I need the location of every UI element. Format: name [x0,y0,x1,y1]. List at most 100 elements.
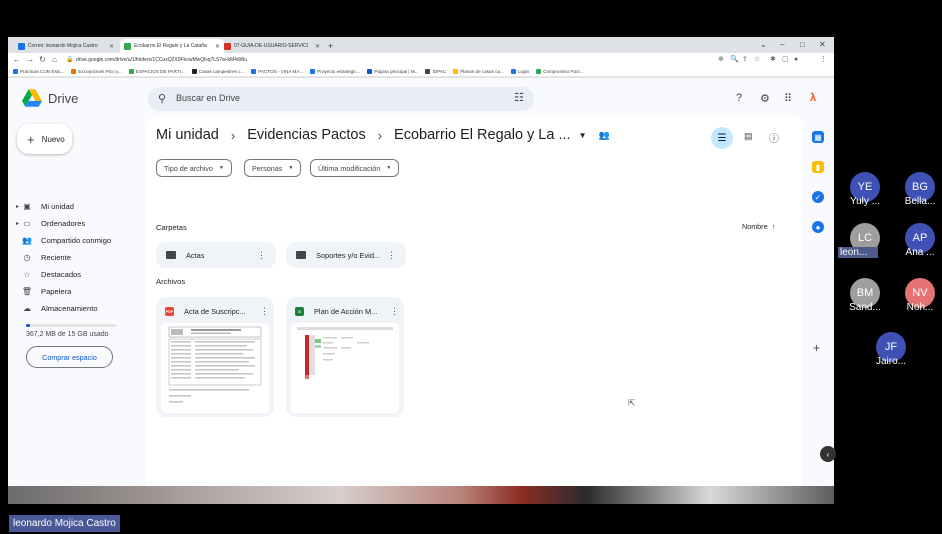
pdf-icon: PDF [165,306,174,316]
filter-people[interactable]: Personas ▼ [244,159,302,177]
participant-tile[interactable]: BM Sand... [835,278,895,322]
bookmark-item[interactable]: IDPAC [425,69,446,74]
bookmark-item[interactable]: Practicas CUN Estu... [13,69,64,74]
bookmark-item[interactable]: Login [510,69,529,74]
sort-by-name[interactable]: Nombre ↑ [742,222,775,231]
filter-icon[interactable]: ☰ [711,127,733,149]
bookmark-item[interactable]: Página principal | M... [367,69,418,74]
search-input[interactable]: Buscar en Drive [176,93,240,103]
sidebar-item-drive[interactable]: ▸ ▣ Mi unidad [16,199,74,213]
add-addon-icon[interactable]: + [813,341,820,355]
shared-folder-icon [296,251,306,259]
menu-icon[interactable]: ⋮ [820,54,827,66]
reload-icon[interactable]: ↻ [39,54,46,66]
more-options-icon[interactable]: ⋮ [390,306,399,317]
bookmark-item[interactable]: Excepciones Pico y... [71,69,122,74]
buy-storage-button[interactable]: Comprar espacio [26,346,113,368]
participant-tile[interactable]: AP Ana ... [890,223,942,267]
browser-tab-mail[interactable]: Correo: leonardo Mojica Castro ✕ [14,39,118,53]
forward-icon[interactable]: → [26,54,34,66]
participant-tile[interactable]: JF Jairo... [861,332,921,376]
close-tab-icon[interactable]: ✕ [109,43,114,50]
more-options-icon[interactable]: ⋮ [260,306,269,317]
help-icon[interactable]: ? [736,92,742,104]
keep-icon[interactable]: ▮ [812,161,824,173]
bookmark-favicon-icon [128,69,134,74]
close-window-icon[interactable]: ✕ [819,38,826,52]
collapse-panel-icon[interactable]: ‹ [820,446,836,462]
breadcrumb-my-drive[interactable]: Mi unidad [156,127,219,143]
breadcrumb-current-folder[interactable]: Ecobarrio El Regalo y La ... [394,127,571,143]
file-card[interactable]: PDF Acta de Suscripc... ⋮ [156,297,274,417]
sidebar-item-star[interactable]: ☆ Destacados [16,267,81,281]
file-card[interactable]: X Plan de Acción M... ⋮ [286,297,404,417]
shared-folder-icon [166,251,176,259]
caret-down-icon[interactable]: ▼ [579,131,587,140]
mouse-cursor-icon: ⇱ [628,398,636,408]
participant-tile[interactable]: BG Bella... [890,172,942,216]
folder-card[interactable]: Soportes y/o Evid... ⋮ [286,242,406,268]
install-icon[interactable]: ⊕ [718,54,724,66]
zoom-icon[interactable]: 🔍 [730,54,739,66]
list-view-icon[interactable]: ▤ [744,131,753,142]
file-card-header: PDF Acta de Suscripc... ⋮ [165,303,269,319]
contacts-icon[interactable]: ● [812,221,824,233]
tasks-icon[interactable]: ✓ [812,191,824,203]
sidepanel-icon[interactable]: ▢ [782,54,789,66]
sidebar-item-people[interactable]: 👥 Compartido conmigo [16,233,111,247]
bookmark-item[interactable]: Casas campestres c... [191,69,244,74]
calendar-icon[interactable]: ▦ [812,131,824,143]
sidebar-item-label: Almacenamiento [41,303,98,313]
search-icon[interactable]: ⚲ [158,92,166,105]
more-options-icon[interactable]: ⋮ [257,250,266,261]
apps-grid-icon[interactable]: ⠿ [784,92,792,105]
drive-favicon-icon [124,42,131,50]
sidebar-item-computer[interactable]: ▸ ▭ Ordenadores [16,216,85,230]
bookmark-star-icon[interactable]: ☆ [754,54,760,66]
info-icon[interactable]: ⓘ [769,130,779,145]
shared-people-icon[interactable]: 👥 [598,130,609,141]
minimize-icon[interactable]: – [780,38,784,52]
filter-last-modified[interactable]: Última modificación ▼ [310,159,400,177]
folder-card[interactable]: Actas ⋮ [156,242,276,268]
filter-file-type[interactable]: Tipo de archivo ▼ [156,159,232,177]
share-icon[interactable]: ⇪ [742,54,748,66]
breadcrumb-evidencias[interactable]: Evidencias Pactos [247,127,365,143]
extensions-icon[interactable]: ✱ [770,54,776,66]
settings-gear-icon[interactable]: ⚙ [760,92,770,105]
bookmark-favicon-icon [251,69,257,74]
breadcrumb: Mi unidad › Evidencias Pactos › Ecobarri… [156,127,610,143]
participant-tile[interactable]: LC leon... [835,223,895,267]
browser-tab-pdf[interactable]: 07-GUIA-DE-USUARIO-SERVICI ✕ [220,39,324,53]
sidebar-item-clock[interactable]: ◷ Reciente [16,250,71,264]
sidebar-item-trash[interactable]: 🗑 Papelera [16,284,71,298]
search-bar[interactable]: ⚲ Buscar en Drive ☷ [148,87,534,111]
more-options-icon[interactable]: ⋮ [387,250,396,261]
maximize-icon[interactable]: □ [800,38,805,52]
sidebar-item-cloud[interactable]: ☁ Almacenamiento [16,301,98,315]
bookmark-item[interactable]: ESPACIOS DE PARTI... [128,69,185,74]
participant-tile[interactable]: YE Yuly ... [835,172,895,216]
bookmark-item[interactable]: Planos de casas ca... [453,69,504,74]
participant-tile[interactable]: NV Noh... [890,278,942,322]
close-tab-icon[interactable]: ✕ [315,43,320,50]
bookmark-item[interactable]: PACTOS - VINA MA... [251,69,303,74]
storage-usage-text[interactable]: 367,2 MB de 15 GB usado [26,331,109,338]
tab-search-icon[interactable]: ⌄ [760,38,767,52]
search-options-icon[interactable]: ☷ [514,91,524,104]
spreadsheet-preview-icon [297,327,393,379]
new-button[interactable]: + Nuevo [17,124,72,154]
new-tab-button[interactable]: + [328,39,333,53]
home-icon[interactable]: ⌂ [52,54,57,66]
bookmark-item[interactable]: Proyecto estrategic... [310,69,360,74]
drive-logo-icon[interactable] [22,89,42,107]
participant-name: Jairo... [875,356,906,367]
mail-favicon-icon [18,42,25,50]
bookmark-item[interactable]: Compromiso Pact... [536,69,583,74]
back-icon[interactable]: ← [13,54,21,66]
browser-tab-drive[interactable]: Ecobarrio El Regalo y La Cataña ✕ [120,39,224,53]
url-field[interactable]: drive.google.com/drive/u/1/folders/1CCux… [76,55,716,65]
profile-icon[interactable]: ● [794,54,798,66]
account-avatar-icon[interactable]: λ [810,92,816,104]
lock-icon[interactable]: 🔒 [66,54,73,66]
